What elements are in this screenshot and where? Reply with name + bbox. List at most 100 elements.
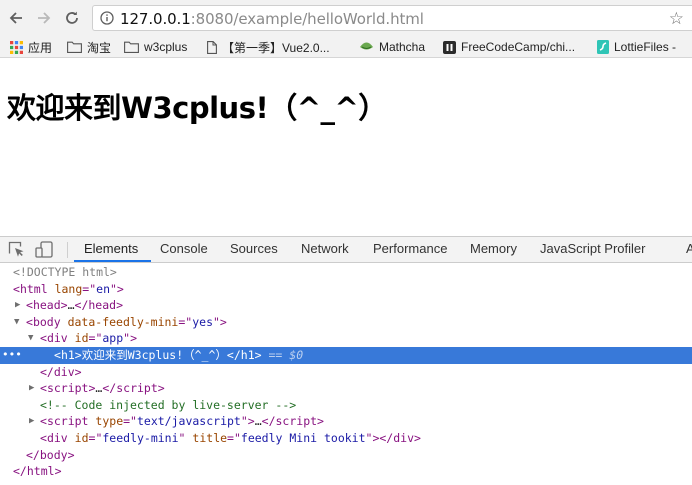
apps-grid-icon [10,40,23,54]
active-tab-indicator [74,260,151,262]
dom-node-doctype[interactable]: <!DOCTYPE html> [0,264,692,281]
dom-node-html-close[interactable]: </html> [0,463,692,480]
url-host: 127.0.0.1 [120,10,191,28]
comment-text: <!-- Code injected by live-server --> [40,397,297,412]
mathcha-logo-icon [359,41,374,53]
bookmark-label: w3cplus [144,40,188,54]
tag-name: h1 [240,348,255,362]
collapse-triangle-icon[interactable]: ▼ [28,330,33,347]
arrow-right-icon [38,12,51,24]
tag-name: script [46,381,89,396]
reload-icon [66,11,78,24]
dom-node-h1-selected[interactable]: ••• <h1>欢迎来到W3cplus!（^_^）</h1> == $0 [0,347,692,364]
url-text: 127.0.0.1:8080/example/helloWorld.html [120,10,424,28]
expand-triangle-icon[interactable]: ▶ [29,413,34,430]
tab-console[interactable]: Console [160,237,208,262]
toolbar-divider [67,242,68,258]
bookmark-apps[interactable]: 应用 [10,38,52,56]
bookmark-vue[interactable]: 【第一季】Vue2.0... [207,38,330,56]
inspect-element-icon[interactable] [8,241,25,258]
tag-name: script [46,414,89,429]
dom-node-body[interactable]: ▼ <body data-feedly-mini="yes"> [0,314,692,331]
more-actions-icon[interactable]: ••• [2,347,22,364]
dom-node-div-close[interactable]: </div> [0,364,692,381]
arrow-left-icon [9,12,22,24]
info-icon[interactable] [100,11,114,25]
tag-name: body [39,447,68,462]
attr-value: text/javascript [136,414,241,429]
dom-node-comment[interactable]: <!-- Code injected by live-server --> [0,397,692,414]
selected-node-marker: == $0 [268,348,304,362]
node-text: 欢迎来到W3cplus!（^_^） [81,348,227,362]
bookmarks-bar: 应用 淘宝 w3cplus 【第一季】Vue2.0... Mathcha Fre… [0,36,692,58]
collapse-triangle-icon[interactable]: ▼ [14,314,19,331]
collapsed-ellipsis: … [67,298,75,313]
bookmark-label: Mathcha [379,40,426,54]
attr-name: type [95,414,124,429]
tag-name: body [32,314,61,329]
tag-name: head [88,298,117,313]
attr-name: lang [54,281,83,296]
doctype-text: <!DOCTYPE html> [13,265,117,279]
attr-value: app [102,331,124,346]
bookmark-label: LottieFiles - [614,40,677,54]
tab-sources[interactable]: Sources [230,237,278,262]
tag-name: script [275,414,318,429]
dom-node-head[interactable]: ▶ <head>…</head> [0,297,692,314]
tag-name: h1 [60,348,75,362]
tag-name: div [53,364,75,379]
expand-triangle-icon[interactable]: ▶ [15,297,20,314]
tag-name: div [46,331,68,346]
bookmark-label: 淘宝 [87,40,112,55]
attr-value: yes [192,314,213,329]
tag-name: div [46,431,68,445]
attr-value: feedly Mini tookit [240,431,366,445]
tab-memory[interactable]: Memory [470,237,517,262]
dom-node-html[interactable]: <html lang="en"> [0,281,692,298]
attr-value: en [96,281,110,296]
forward-button[interactable] [33,7,55,29]
folder-icon [67,41,82,53]
dom-node-script-livereload[interactable]: ▶ <script type="text/javascript">…</scri… [0,413,692,430]
collapsed-ellipsis: … [254,414,262,429]
bookmark-mathcha[interactable]: Mathcha [359,38,425,56]
address-bar[interactable]: 127.0.0.1:8080/example/helloWorld.html ☆ [92,5,692,31]
tag-name: head [32,298,61,313]
devtools-tab-bar: Elements Console Sources Network Perform… [0,237,692,263]
expand-triangle-icon[interactable]: ▶ [29,380,34,397]
bookmark-lottiefiles[interactable]: LottieFiles - [597,38,676,56]
reload-button[interactable] [61,7,83,29]
dom-node-div-feedly[interactable]: <div id="feedly-mini" title="feedly Mini… [0,430,692,447]
tab-javascript-profiler[interactable]: JavaScript Profiler [540,237,645,262]
attr-name: id [74,331,89,346]
url-path: :8080/example/helloWorld.html [190,10,424,28]
browser-toolbar: 127.0.0.1:8080/example/helloWorld.html ☆ [0,0,692,36]
tag-name: html [26,464,55,479]
bookmark-label: 【第一季】Vue2.0... [222,40,330,55]
tab-network[interactable]: Network [301,237,349,262]
attr-name: title [192,431,228,445]
back-button[interactable] [5,7,27,29]
bookmark-w3cplus[interactable]: w3cplus [124,38,187,56]
attr-name: data-feedly-mini [67,314,179,329]
folder-icon [124,41,139,53]
lottie-icon [597,40,609,54]
tab-performance[interactable]: Performance [373,237,447,262]
dom-node-body-close[interactable]: </body> [0,447,692,464]
page-viewport: 欢迎来到W3cplus!（^_^） [0,58,692,236]
tag-name: script [116,381,158,396]
github-icon [443,40,456,54]
page-icon [207,40,217,54]
tag-name: div [393,431,415,445]
dom-node-div-app[interactable]: ▼ <div id="app"> [0,330,692,347]
attr-value: feedly-mini [102,431,179,445]
device-toolbar-icon[interactable] [35,241,53,259]
bookmark-label: FreeCodeCamp/chi... [461,40,576,54]
bookmark-star-icon[interactable]: ☆ [669,9,684,29]
bookmark-taobao[interactable]: 淘宝 [67,38,111,56]
tab-overflow[interactable]: A [686,237,692,262]
dom-node-script[interactable]: ▶ <script>…</script> [0,380,692,397]
tab-elements[interactable]: Elements [84,237,138,262]
bookmark-freecodecamp[interactable]: FreeCodeCamp/chi... [443,38,575,56]
devtools-panel: Elements Console Sources Network Perform… [0,236,692,485]
